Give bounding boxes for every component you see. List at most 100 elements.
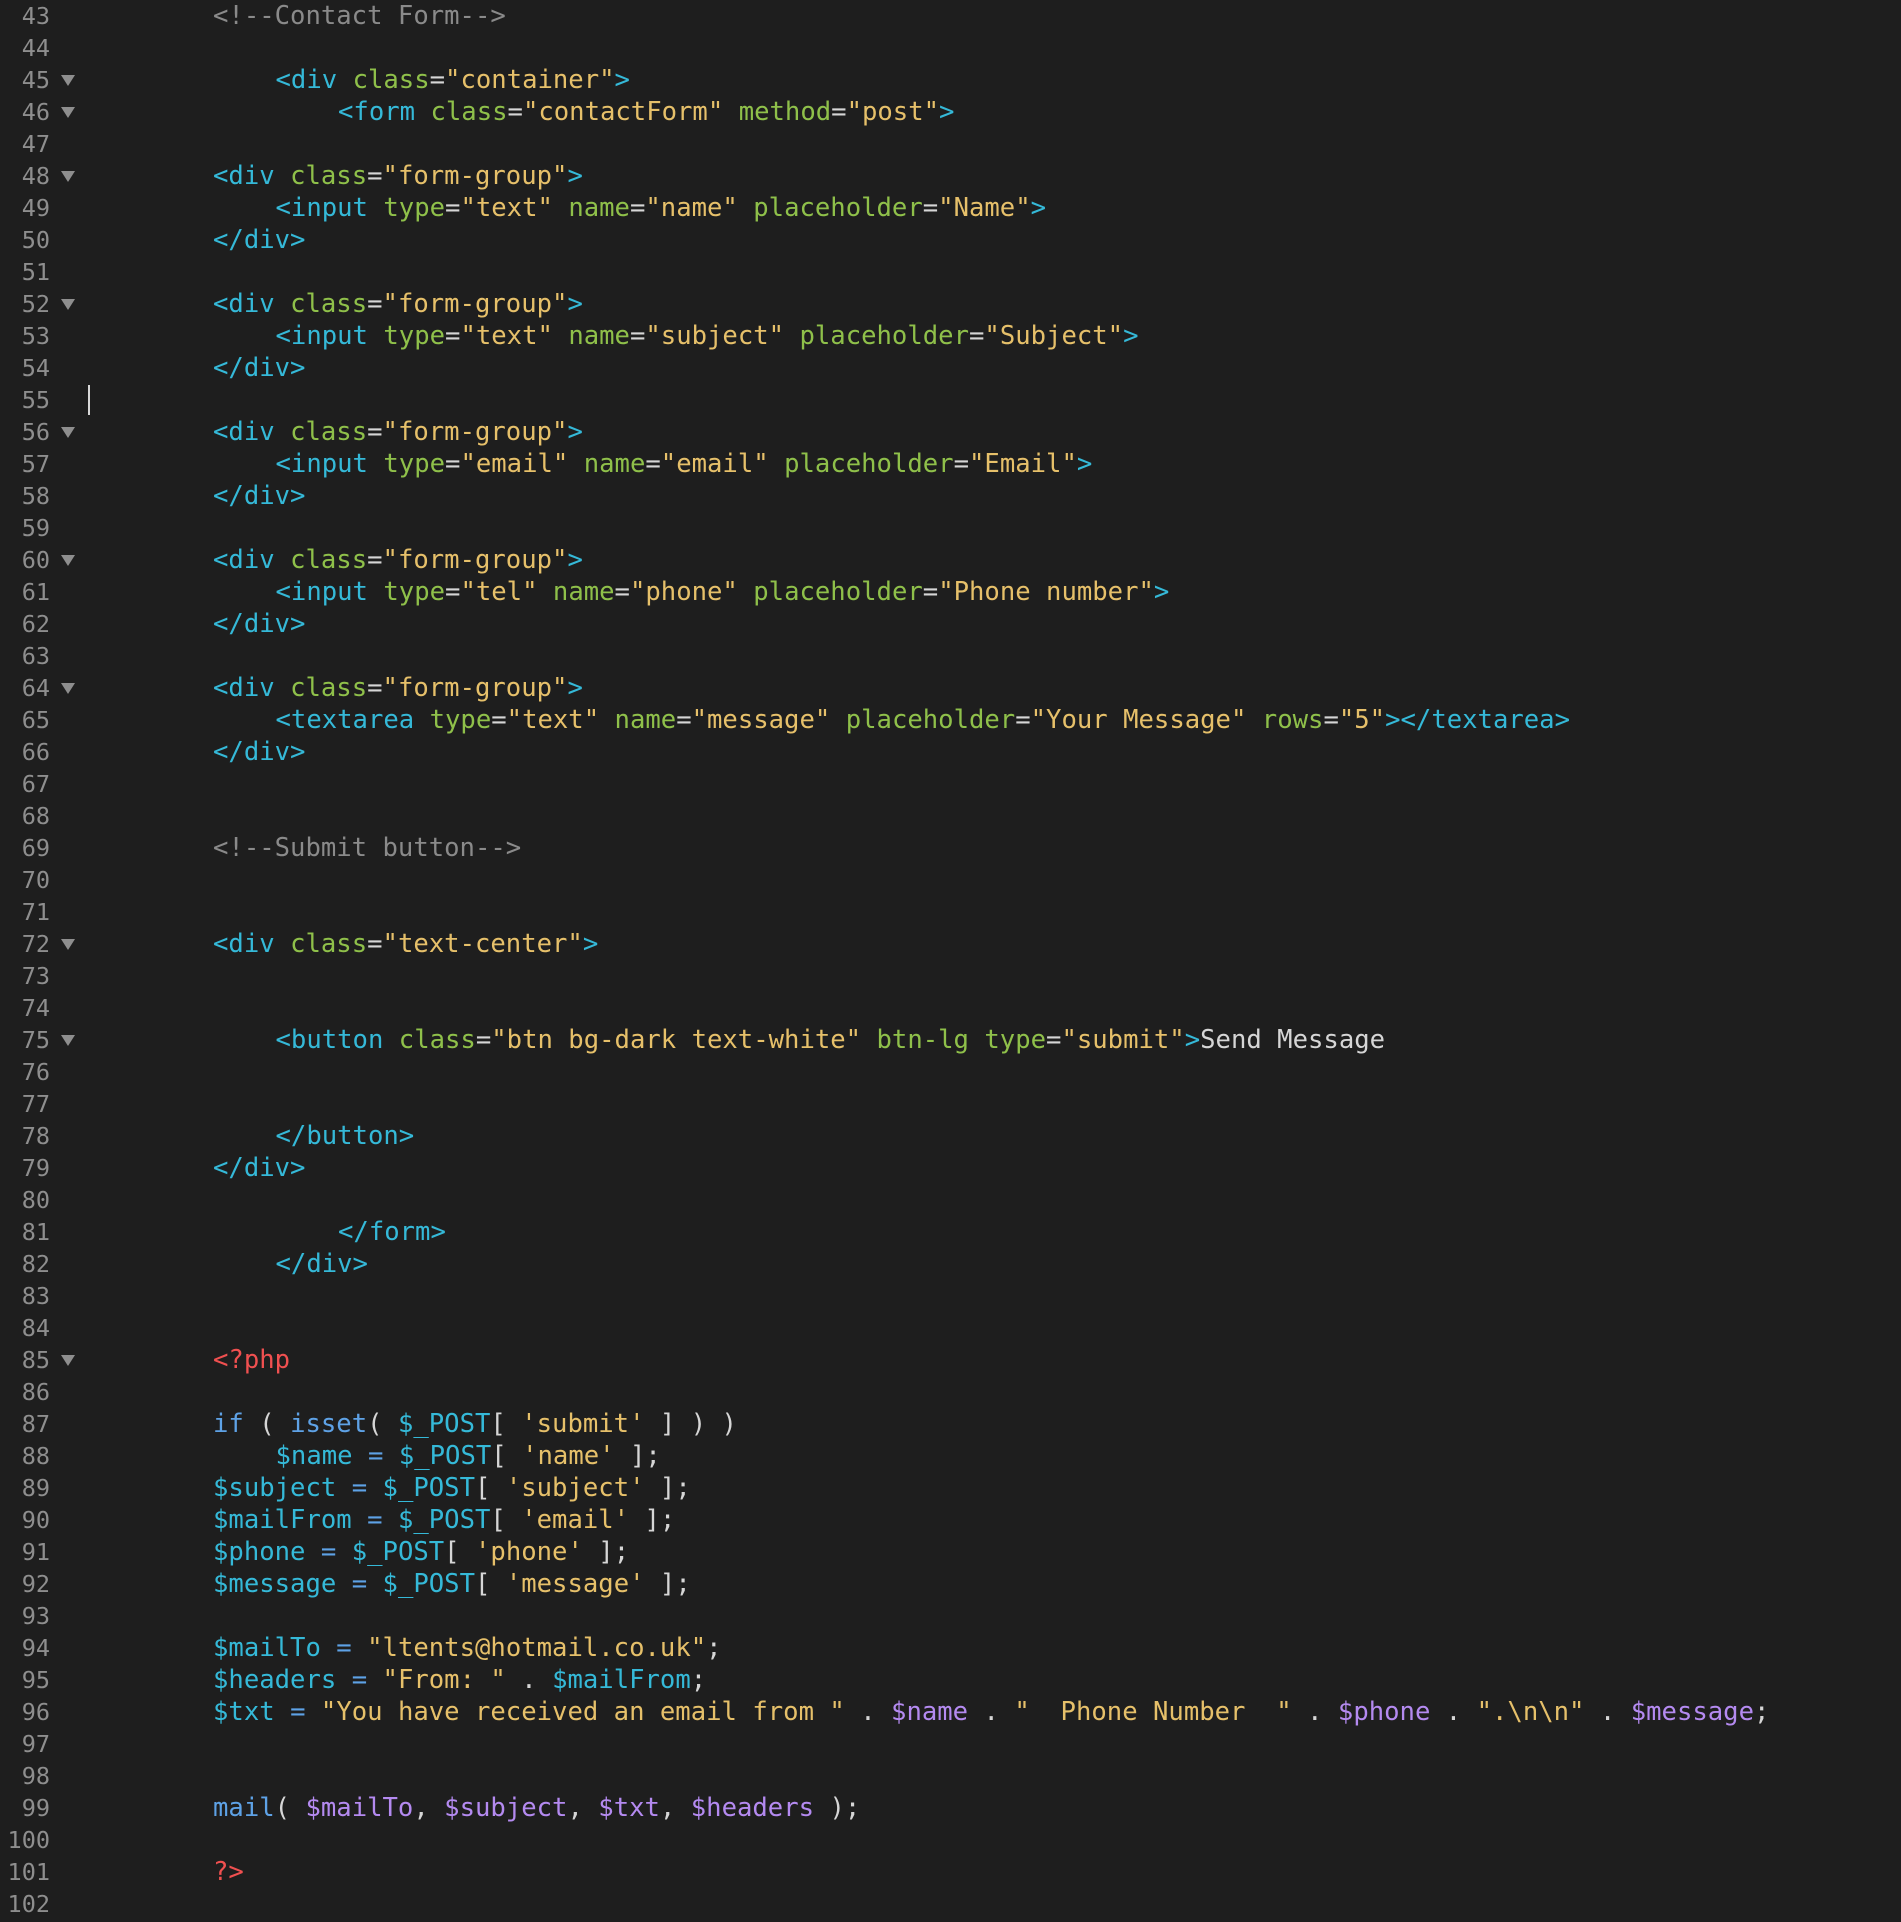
string-token: "name": [645, 193, 738, 223]
attribute-token: class: [290, 929, 368, 959]
code-text: <input type="tel" name="phone" placehold…: [276, 576, 1170, 608]
code-line[interactable]: 78 </button>: [0, 1120, 1901, 1152]
code-line[interactable]: 60 <div class="form-group">: [0, 544, 1901, 576]
code-line[interactable]: 83: [0, 1280, 1901, 1312]
code-line[interactable]: 59: [0, 512, 1901, 544]
attribute-token: placeholder: [845, 705, 1016, 735]
code-line[interactable]: 66 </div>: [0, 736, 1901, 768]
line-number: 61: [21, 578, 50, 606]
code-editor[interactable]: 43 <!--Contact Form--> 44 45 <div class="con…: [0, 0, 1901, 1922]
code-line[interactable]: 95 $headers = "From: " . $mailFrom;: [0, 1664, 1901, 1696]
code-line[interactable]: 49 <input type="text" name="name" placeho…: [0, 192, 1901, 224]
code-line[interactable]: 85 <?php: [0, 1344, 1901, 1376]
code-line[interactable]: 98: [0, 1760, 1901, 1792]
attribute-token: name: [568, 193, 630, 223]
code-line[interactable]: 84: [0, 1312, 1901, 1344]
code-line[interactable]: 65 <textarea type="text" name="message" p…: [0, 704, 1901, 736]
fold-arrow-icon[interactable]: [61, 171, 75, 182]
code-line[interactable]: 67: [0, 768, 1901, 800]
code-line[interactable]: 47: [0, 128, 1901, 160]
line-number: 88: [21, 1442, 50, 1470]
code-line[interactable]: 73: [0, 960, 1901, 992]
code-line[interactable]: 46 <form class="contactForm" method="post…: [0, 96, 1901, 128]
code-line[interactable]: 90 $mailFrom = $_POST[ 'email' ];: [0, 1504, 1901, 1536]
line-number: 59: [21, 514, 50, 542]
code-line[interactable]: 57 <input type="email" name="email" place…: [0, 448, 1901, 480]
code-line[interactable]: 58 </div>: [0, 480, 1901, 512]
code-line[interactable]: 96 $txt = "You have received an email fro…: [0, 1696, 1901, 1728]
code-line[interactable]: 102: [0, 1888, 1901, 1920]
code-line[interactable]: 51: [0, 256, 1901, 288]
line-number: 75: [21, 1026, 50, 1054]
code-line[interactable]: 71: [0, 896, 1901, 928]
fold-arrow-icon[interactable]: [61, 939, 75, 950]
plain-token: ;: [1754, 1697, 1770, 1727]
code-line[interactable]: 43 <!--Contact Form-->: [0, 0, 1901, 32]
line-number: 69: [21, 834, 50, 862]
code-line[interactable]: 64 <div class="form-group">: [0, 672, 1901, 704]
code-line[interactable]: 54 </div>: [0, 352, 1901, 384]
code-line[interactable]: 55: [0, 384, 1901, 416]
code-line[interactable]: 70: [0, 864, 1901, 896]
code-line[interactable]: 62 </div>: [0, 608, 1901, 640]
code-line[interactable]: 94 $mailTo = "ltents@hotmail.co.uk";: [0, 1632, 1901, 1664]
code-line[interactable]: 100: [0, 1824, 1901, 1856]
code-line[interactable]: 101 ?>: [0, 1856, 1901, 1888]
code-line[interactable]: 81 </form>: [0, 1216, 1901, 1248]
fold-arrow-icon[interactable]: [61, 1355, 75, 1366]
code-line[interactable]: 97: [0, 1728, 1901, 1760]
code-line[interactable]: 93: [0, 1600, 1901, 1632]
line-number: 55: [21, 386, 50, 414]
code-line[interactable]: 99 mail( $mailTo, $subject, $txt, $header…: [0, 1792, 1901, 1824]
code-line[interactable]: 69 <!--Submit button-->: [0, 832, 1901, 864]
code-line[interactable]: 92 $message = $_POST[ 'message' ];: [0, 1568, 1901, 1600]
tag-token: $mailTo: [213, 1633, 321, 1663]
fold-arrow-icon[interactable]: [61, 683, 75, 694]
code-text: <input type="email" name="email" placeho…: [276, 448, 1093, 480]
code-line[interactable]: 52 <div class="form-group">: [0, 288, 1901, 320]
fold-arrow-icon[interactable]: [61, 427, 75, 438]
attribute-token: placeholder: [753, 193, 923, 223]
code-line[interactable]: 76: [0, 1056, 1901, 1088]
code-text: $headers = "From: " . $mailFrom;: [213, 1664, 706, 1696]
keyword-token: =: [367, 1505, 383, 1535]
code-line[interactable]: 82 </div>: [0, 1248, 1901, 1280]
code-line[interactable]: 68: [0, 800, 1901, 832]
fold-arrow-icon[interactable]: [61, 299, 75, 310]
string-token: "form-group": [382, 417, 568, 447]
code-line[interactable]: 45 <div class="container">: [0, 64, 1901, 96]
code-line[interactable]: 56 <div class="form-group">: [0, 416, 1901, 448]
fold-arrow-icon[interactable]: [61, 75, 75, 86]
code-line[interactable]: 87 if ( isset( $_POST[ 'submit' ] ) ): [0, 1408, 1901, 1440]
code-line[interactable]: 61 <input type="tel" name="phone" placeho…: [0, 576, 1901, 608]
code-line[interactable]: 74: [0, 992, 1901, 1024]
code-text: <div class="form-group">: [213, 672, 583, 704]
attribute-token: method: [738, 97, 832, 127]
code-line[interactable]: 89 $subject = $_POST[ 'subject' ];: [0, 1472, 1901, 1504]
plain-token: =: [1015, 705, 1031, 735]
code-line[interactable]: 91 $phone = $_POST[ 'phone' ];: [0, 1536, 1901, 1568]
code-line[interactable]: 86: [0, 1376, 1901, 1408]
plain-token: .: [1291, 1697, 1338, 1727]
code-line[interactable]: 80: [0, 1184, 1901, 1216]
code-line[interactable]: 53 <input type="text" name="subject" plac…: [0, 320, 1901, 352]
code-line[interactable]: 48 <div class="form-group">: [0, 160, 1901, 192]
code-line[interactable]: 77: [0, 1088, 1901, 1120]
code-line[interactable]: 75 <button class="btn bg-dark text-white"…: [0, 1024, 1901, 1056]
line-number: 57: [21, 450, 50, 478]
code-line[interactable]: 50 </div>: [0, 224, 1901, 256]
fold-arrow-icon[interactable]: [61, 555, 75, 566]
fold-arrow-icon[interactable]: [61, 107, 75, 118]
fold-arrow-icon[interactable]: [61, 1035, 75, 1046]
code-line[interactable]: 88 $name = $_POST[ 'name' ];: [0, 1440, 1901, 1472]
code-line[interactable]: 79 </div>: [0, 1152, 1901, 1184]
code-line[interactable]: 44: [0, 32, 1901, 64]
code-text: $name = $_POST[ 'name' ];: [276, 1440, 661, 1472]
code-line[interactable]: 63: [0, 640, 1901, 672]
code-line[interactable]: 72 <div class="text-center">: [0, 928, 1901, 960]
